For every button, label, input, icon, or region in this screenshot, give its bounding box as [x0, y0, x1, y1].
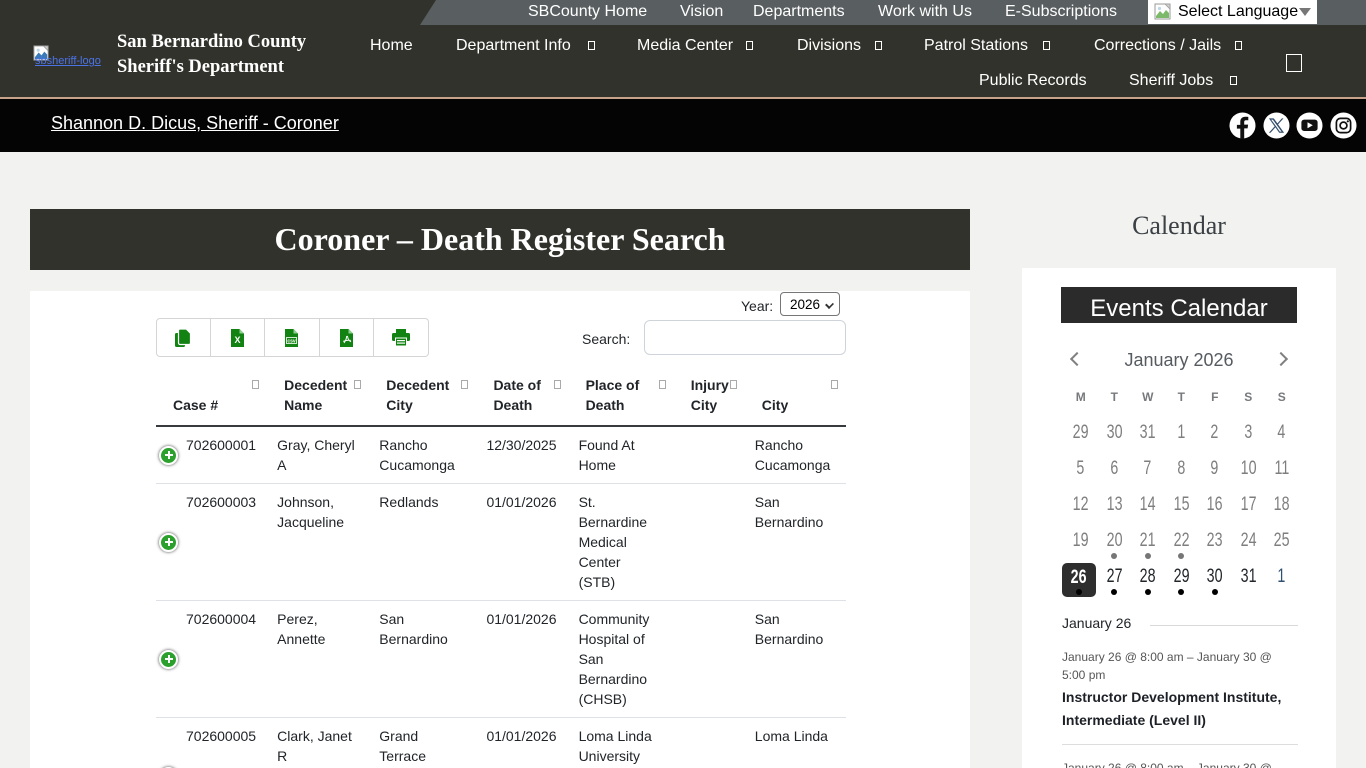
svg-text:csv: csv — [288, 338, 297, 344]
svg-text:X: X — [234, 335, 240, 345]
